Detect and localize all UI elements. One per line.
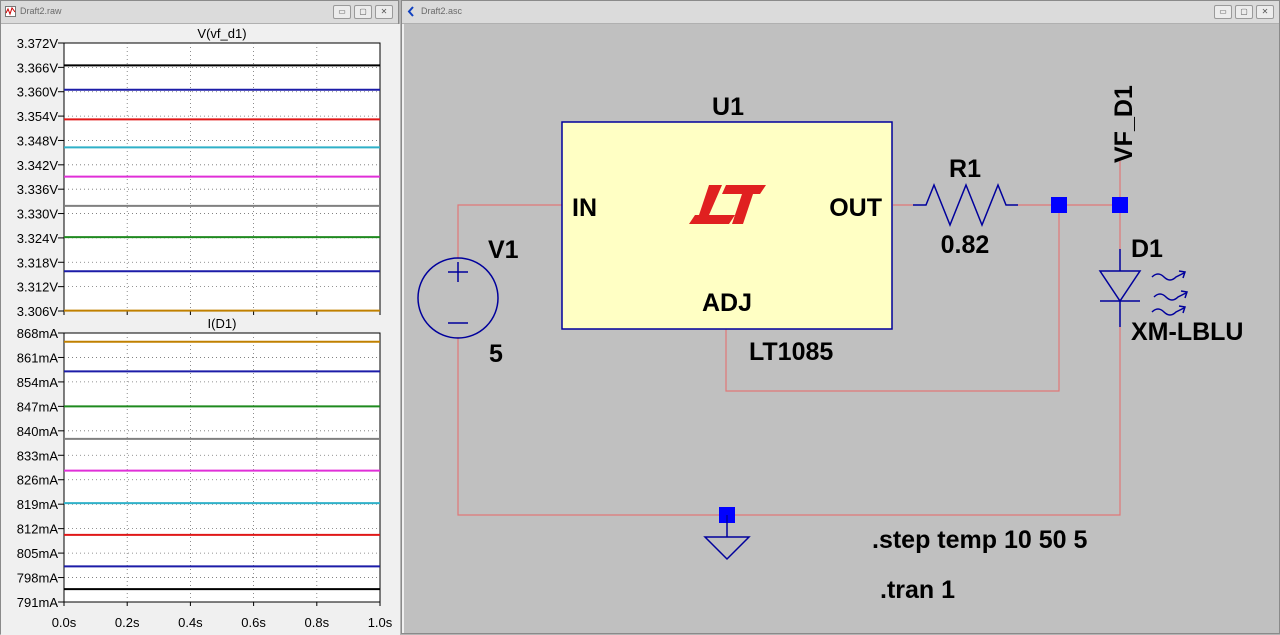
y-tick-label: 3.360V: [17, 85, 59, 100]
net-label-vf-d1[interactable]: VF_D1: [1110, 85, 1138, 163]
step-directive[interactable]: .step temp 10 50 5: [872, 526, 1087, 554]
y-tick-label: 798mA: [17, 571, 59, 586]
y-tick-label: 847mA: [17, 399, 59, 414]
y-tick-label: 812mA: [17, 522, 59, 537]
y-tick-label: 854mA: [17, 375, 59, 390]
y-tick-label: 791mA: [17, 595, 59, 610]
y-tick-label: 3.372V: [17, 36, 59, 51]
r1-designator: R1: [949, 155, 981, 183]
u1-pin-in: IN: [572, 194, 597, 222]
y-tick-label: 861mA: [17, 350, 59, 365]
y-tick-label: 3.312V: [17, 280, 59, 295]
v1-value: 5: [489, 340, 503, 368]
u1-pin-adj: ADJ: [702, 289, 752, 317]
y-tick-label: 3.318V: [17, 255, 59, 270]
d1-model: XM-LBLU: [1131, 318, 1243, 346]
x-tick-label: 0.0s: [52, 615, 77, 630]
y-tick-label: 3.330V: [17, 207, 59, 222]
waveform-plot-area[interactable]: V(vf_d1) 3.372V 3.366V 3.360V 3.354V 3.348V 3…: [1, 1, 400, 635]
u1-pin-out: OUT: [829, 194, 882, 222]
v1-designator: V1: [488, 236, 519, 264]
y-tick-label: 3.348V: [17, 133, 59, 148]
y-tick-label: 868mA: [17, 326, 59, 341]
schematic-window: Draft2.asc ▭ ▢ ✕ U1 IN OUT ADJ LT1085 V1…: [401, 0, 1280, 634]
y-tick-label: 826mA: [17, 473, 59, 488]
r1-value: 0.82: [941, 231, 990, 259]
u1-designator: U1: [712, 93, 744, 121]
y-tick-label: 3.336V: [17, 182, 59, 197]
y-tick-label: 819mA: [17, 497, 59, 512]
current-pane-trace-label[interactable]: I(D1): [208, 316, 237, 331]
y-tick-label: 840mA: [17, 424, 59, 439]
u1-part-name: LT1085: [749, 338, 833, 366]
y-tick-label: 3.342V: [17, 158, 59, 173]
current-pane-plot[interactable]: [63, 332, 381, 603]
x-tick-label: 0.4s: [178, 615, 203, 630]
voltage-pane-trace-label[interactable]: V(vf_d1): [197, 26, 246, 41]
x-tick-label: 0.8s: [305, 615, 330, 630]
x-tick-label: 0.2s: [115, 615, 140, 630]
tran-directive[interactable]: .tran 1: [880, 576, 955, 604]
y-tick-label: 3.306V: [17, 304, 59, 319]
y-tick-label: 3.366V: [17, 60, 59, 75]
x-tick-label: 1.0s: [368, 615, 393, 630]
y-tick-label: 833mA: [17, 448, 59, 463]
y-tick-label: 3.324V: [17, 231, 59, 246]
junction-dot[interactable]: [1112, 197, 1128, 213]
y-tick-label: 3.354V: [17, 109, 59, 124]
junction-dot[interactable]: [1051, 197, 1067, 213]
d1-designator: D1: [1131, 235, 1163, 263]
schematic-canvas[interactable]: U1 IN OUT ADJ LT1085 V1 5 R1 0.82 D1 XM-…: [402, 1, 1280, 635]
waveform-window: Draft2.raw ▭ ▢ ✕ V(vf_d1) 3.372V 3.366V 3.…: [0, 0, 400, 635]
x-tick-label: 0.6s: [241, 615, 266, 630]
y-tick-label: 805mA: [17, 546, 59, 561]
